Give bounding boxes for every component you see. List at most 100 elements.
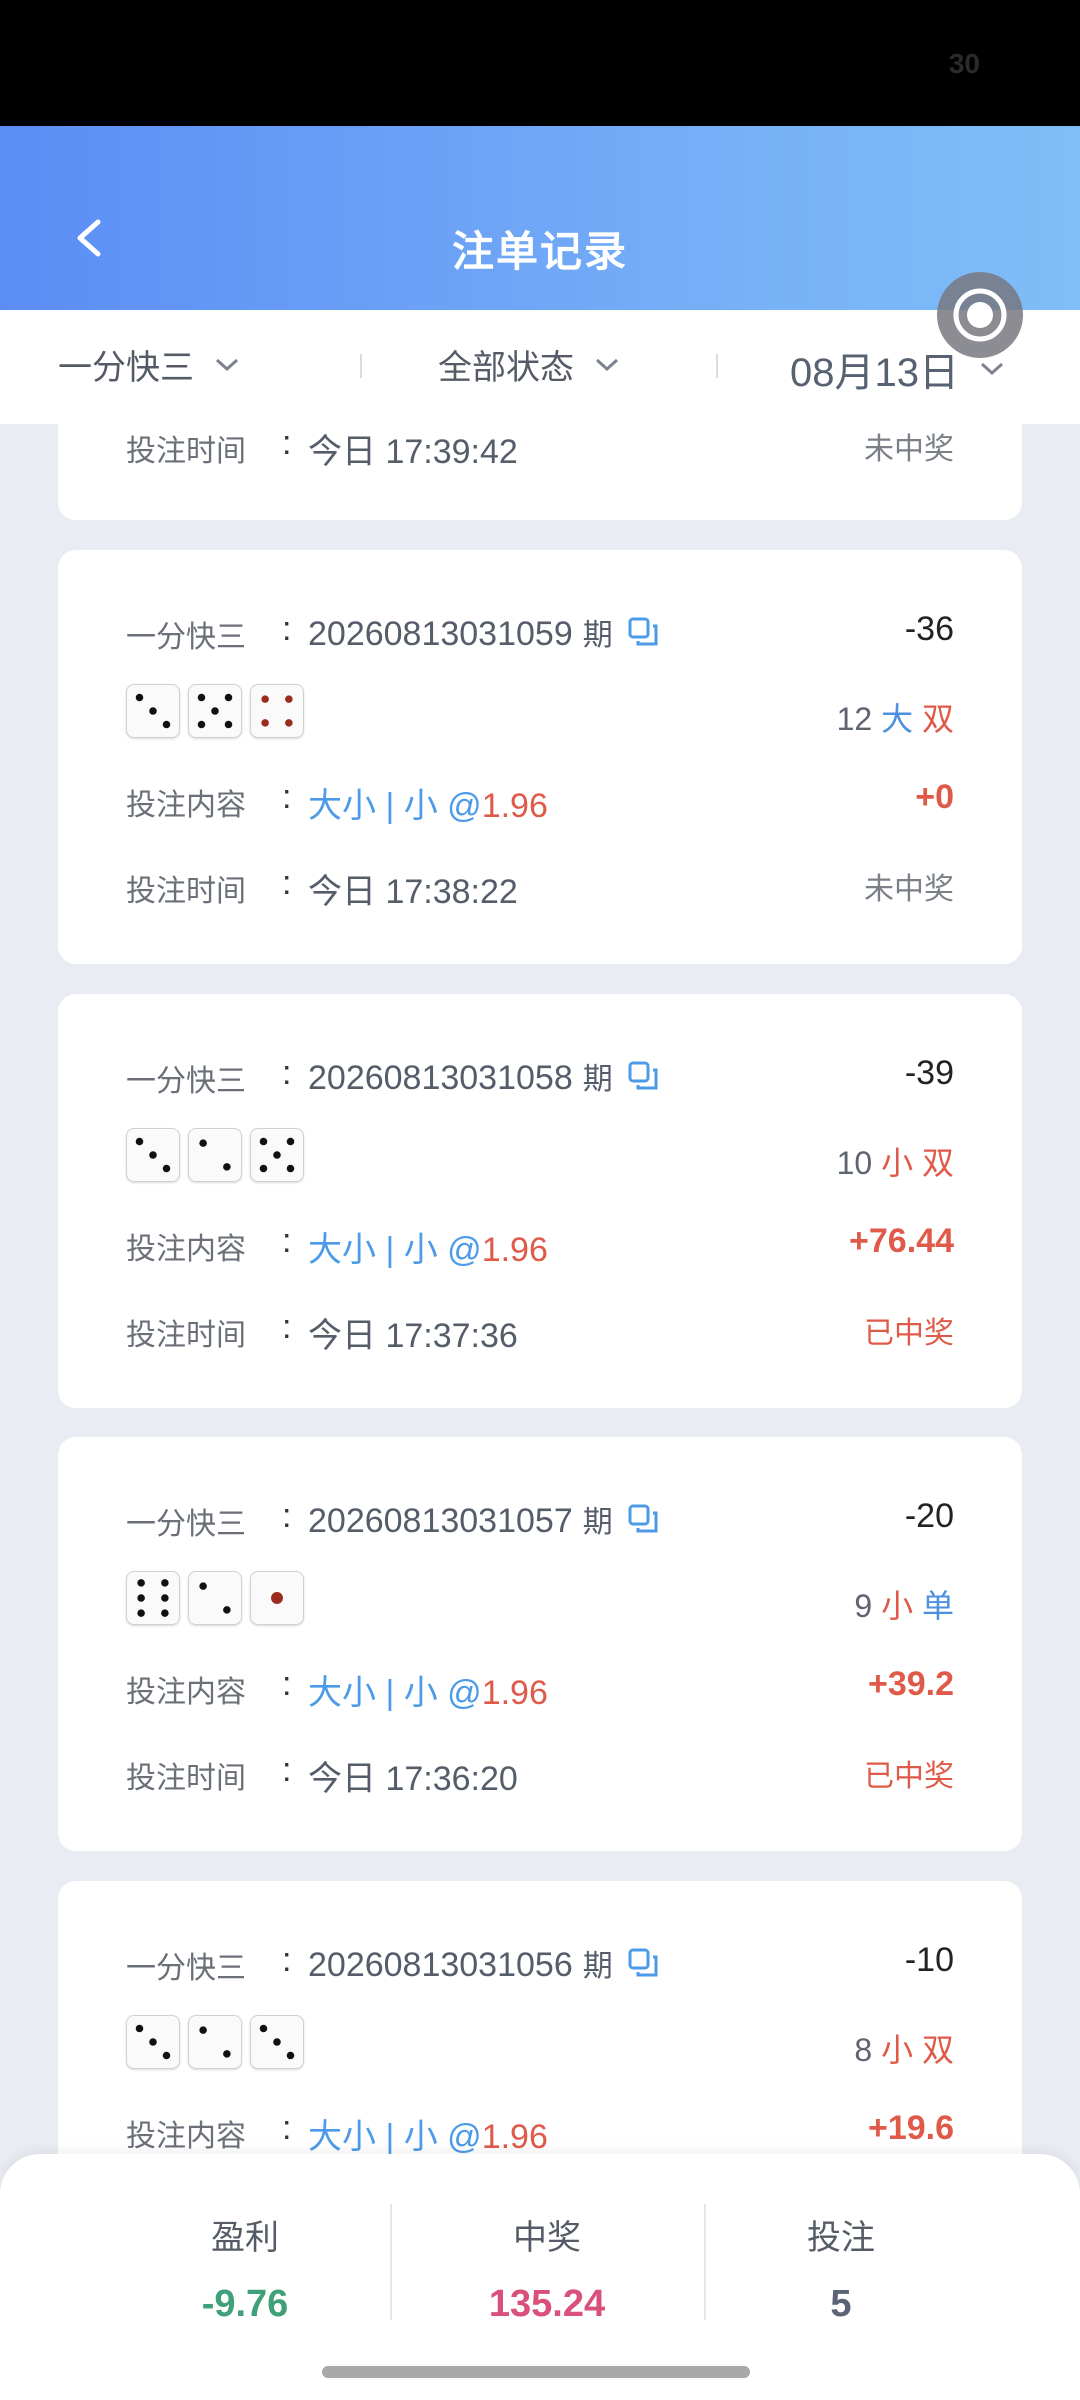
issue-row: 一分快三 : 20260813031056 期 -10	[126, 1939, 954, 1987]
floating-assist-button[interactable]	[937, 272, 1023, 358]
bet-amount: -36	[904, 610, 954, 648]
bet-odds: 1.96	[481, 2118, 548, 2156]
result-parity: 单	[921, 1588, 954, 1624]
die-face-3-icon	[126, 1128, 180, 1182]
bet-content-label: 投注内容	[126, 789, 246, 822]
period-label: 期	[582, 1506, 613, 1539]
dice-result	[126, 2015, 304, 2069]
page-title: 注单记录	[451, 228, 628, 275]
result-sum: 12	[836, 701, 873, 737]
profit-stat: 盈利 -9.76	[160, 2210, 330, 2326]
bet-time-value: 今日 17:39:42	[308, 433, 518, 471]
bet-content-value: 大小 | 小 @1.96	[308, 1674, 548, 1712]
issue-number-wrap: 20260813031059 期	[308, 610, 659, 657]
bets-stat: 投注 5	[756, 2210, 926, 2326]
chevron-down-icon	[980, 362, 1003, 376]
payout-amount: +39.2	[867, 1665, 954, 1703]
bet-time-label: 投注时间	[126, 1319, 246, 1352]
result-size: 大	[881, 701, 914, 737]
result-sum: 8	[854, 2032, 873, 2068]
bet-time-value: 今日 17:38:22	[308, 873, 518, 911]
result-summary: 8 小 双	[854, 2025, 954, 2071]
dice-result	[126, 1571, 304, 1625]
summary-footer: 盈利 -9.76 中奖 135.24 投注 5	[0, 2154, 1080, 2400]
bet-content-label: 投注内容	[126, 1676, 246, 1709]
game-filter-label: 一分快三	[58, 349, 194, 387]
game-filter-dropdown[interactable]: 一分快三	[58, 340, 240, 389]
bets-label: 投注	[807, 2219, 875, 2257]
colon: :	[282, 610, 292, 648]
dice-result	[126, 1128, 304, 1182]
result-summary: 10 小 双	[837, 1138, 954, 1184]
payout-amount: +0	[915, 778, 954, 816]
bet-record-card[interactable]: 一分快三 : 20260813031057 期 -20 9 小 单 投注内容 : …	[58, 1437, 1022, 1851]
bet-content-value: 大小 | 小 @1.96	[308, 787, 548, 825]
result-size: 小	[881, 1588, 914, 1624]
bet-amount: -10	[904, 1941, 954, 1979]
bet-pick: 小	[403, 1674, 438, 1712]
colon: :	[282, 778, 292, 816]
result-sum: 10	[836, 1145, 873, 1181]
colon: :	[282, 1941, 292, 1979]
bet-content-value: 大小 | 小 @1.96	[308, 1231, 548, 1269]
bet-time-row: 投注时间 : 今日 17:37:36 已中奖	[126, 1306, 954, 1355]
bet-type: 大小	[308, 1231, 376, 1269]
bet-status: 未中奖	[864, 873, 954, 906]
bet-odds: 1.96	[481, 1231, 548, 1269]
colon: :	[282, 1222, 292, 1260]
issue-number-wrap: 20260813031058 期	[308, 1054, 659, 1101]
period-label: 期	[582, 619, 613, 652]
issue-row: 一分快三 : 20260813031057 期 -20	[126, 1495, 954, 1543]
bet-status: 已中奖	[864, 1317, 954, 1350]
profit-value: -9.76	[201, 2283, 289, 2325]
colon: :	[282, 2109, 292, 2147]
home-indicator[interactable]	[322, 2366, 750, 2378]
bet-time-row: 投注时间 : 今日 17:39:42 未中奖	[126, 422, 954, 471]
bet-amount: -20	[904, 1497, 954, 1535]
copy-icon[interactable]	[627, 616, 659, 657]
issue-number-wrap: 20260813031056 期	[308, 1941, 659, 1988]
copy-icon[interactable]	[627, 1060, 659, 1101]
colon: :	[282, 424, 292, 462]
result-size: 小	[881, 2032, 914, 2068]
page-header: 注单记录	[0, 126, 1080, 310]
issue-number-wrap: 20260813031057 期	[308, 1497, 659, 1544]
period-label: 期	[582, 1950, 613, 1983]
bet-record-card[interactable]: 一分快三 : 20260813031059 期 -36 12 大 双 投注内容 :…	[58, 550, 1022, 964]
colon: :	[282, 1665, 292, 1703]
copy-icon[interactable]	[627, 1503, 659, 1544]
bet-time-row: 投注时间 : 今日 17:38:22 未中奖	[126, 862, 954, 911]
colon: :	[282, 1308, 292, 1346]
bet-type: 大小	[308, 2118, 376, 2156]
die-face-6-icon	[126, 1571, 180, 1625]
result-parity: 双	[921, 2032, 954, 2068]
die-face-3-icon	[126, 2015, 180, 2069]
colon: :	[282, 1054, 292, 1092]
issue-number: 20260813031056	[308, 1946, 573, 1984]
bets-value: 5	[830, 2283, 852, 2325]
bet-status: 已中奖	[864, 1760, 954, 1793]
die-face-2-icon	[188, 1128, 242, 1182]
copy-icon[interactable]	[627, 1947, 659, 1988]
status-filter-dropdown[interactable]: 全部状态	[438, 340, 620, 389]
bet-record-card[interactable]: 一分快三 : 20260813031058 期 -39 10 小 双 投注内容 :…	[58, 994, 1022, 1408]
bet-pick: 小	[403, 1231, 438, 1269]
bet-type: 大小	[308, 787, 376, 825]
issue-row: 一分快三 : 20260813031059 期 -36	[126, 608, 954, 656]
bet-status: 未中奖	[864, 433, 954, 466]
die-face-3-icon	[250, 2015, 304, 2069]
bet-time-label: 投注时间	[126, 435, 246, 468]
bet-time-label: 投注时间	[126, 1762, 246, 1795]
die-face-5-icon	[188, 684, 242, 738]
chevron-down-icon	[215, 358, 239, 371]
win-value: 135.24	[488, 2283, 606, 2325]
colon: :	[282, 1751, 292, 1789]
die-face-3-icon	[126, 684, 180, 738]
chevron-down-icon	[595, 358, 619, 371]
bet-content-row: 投注内容 : 大小 | 小 @1.96 +76.44	[126, 1220, 954, 1269]
bet-content-label: 投注内容	[126, 2120, 246, 2153]
result-size: 小	[881, 1145, 914, 1181]
die-face-1-icon	[250, 1571, 304, 1625]
target-icon	[953, 288, 1007, 342]
status-filter-label: 全部状态	[438, 349, 574, 387]
